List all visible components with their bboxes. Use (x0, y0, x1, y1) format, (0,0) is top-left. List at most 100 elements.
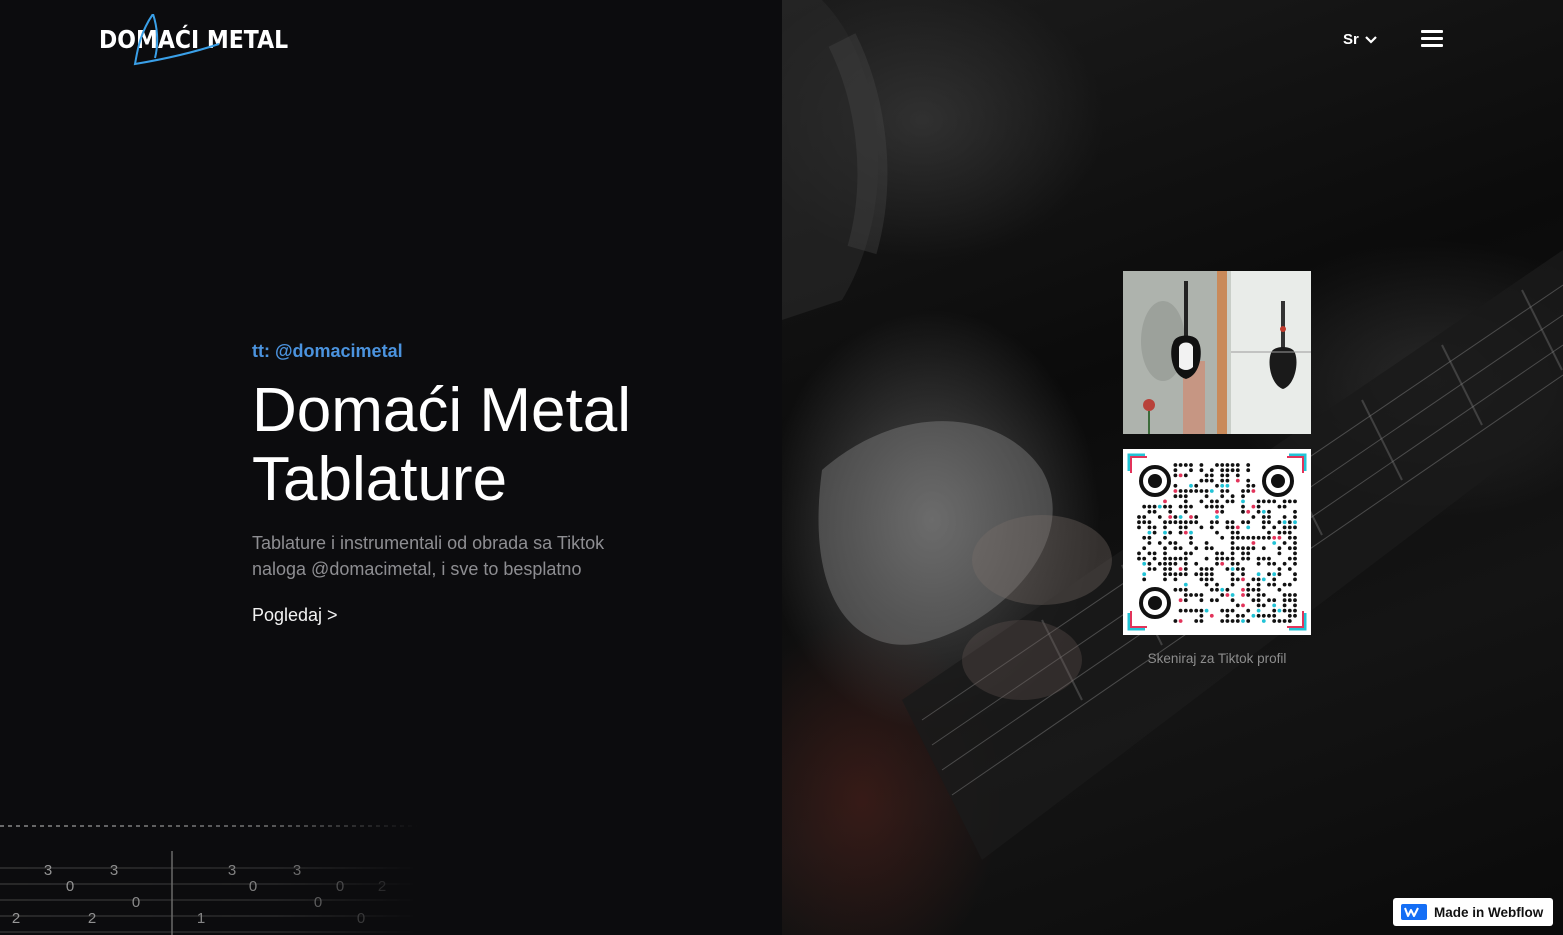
qr-dot (1199, 613, 1204, 618)
qr-dot (1261, 577, 1266, 582)
qr-dot (1163, 535, 1167, 540)
qr-dot (1277, 608, 1282, 613)
hamburger-menu-button[interactable] (1421, 30, 1443, 50)
title-line-1: Domaći Metal (252, 376, 631, 445)
qr-dot (1293, 603, 1297, 608)
qr-dot (1173, 572, 1178, 577)
qr-dot (1220, 535, 1225, 540)
qr-dot (1256, 499, 1261, 504)
qr-dot (1293, 541, 1297, 545)
qr-dot (1225, 483, 1230, 488)
qr-dot (1230, 593, 1235, 597)
qr-dot (1235, 525, 1240, 530)
qr-dot (1272, 603, 1277, 608)
qr-dot (1173, 587, 1178, 592)
qr-dot (1137, 556, 1141, 561)
qr-dot (1147, 561, 1152, 566)
qr-dot (1256, 593, 1261, 597)
qr-dot (1137, 525, 1141, 530)
qr-dot (1204, 494, 1209, 499)
qr-dot (1241, 535, 1245, 540)
qr-dot (1225, 619, 1230, 623)
qr-dot (1225, 567, 1230, 571)
qr-dot (1293, 577, 1297, 582)
qr-dot (1256, 582, 1261, 587)
qr-dot (1235, 535, 1240, 540)
logo-signature-icon (133, 14, 220, 66)
qr-dot (1173, 483, 1178, 488)
qr-dot (1267, 613, 1271, 618)
qr-dot (1178, 598, 1183, 603)
qr-dot (1272, 608, 1277, 613)
qr-dot (1267, 556, 1271, 561)
qr-dot (1204, 582, 1209, 587)
qr-dot (1287, 520, 1292, 525)
qr-dot (1204, 577, 1209, 582)
qr-dot (1209, 520, 1214, 525)
qr-dot (1189, 535, 1193, 540)
qr-dot (1209, 598, 1214, 603)
language-selector[interactable]: Sr (1343, 31, 1377, 48)
qr-dot (1293, 551, 1297, 556)
qr-dot (1209, 567, 1214, 571)
view-tabs-link[interactable]: Pogledaj > (252, 605, 338, 626)
qr-dot (1215, 520, 1219, 525)
qr-dot (1282, 515, 1287, 519)
qr-dot (1168, 530, 1173, 535)
made-in-webflow-badge[interactable]: Made in Webflow (1393, 898, 1553, 926)
qr-dot (1173, 463, 1178, 467)
qr-dot (1282, 504, 1287, 509)
qr-dot (1246, 582, 1251, 587)
qr-dot (1293, 572, 1297, 577)
qr-dot (1246, 546, 1251, 551)
guitar-tab-decoration: 3 3 3 3 0 0 0 2 0 0 2 2 1 0 (0, 825, 420, 935)
qr-dot (1230, 561, 1235, 566)
qr-dot (1293, 509, 1297, 514)
qr-dot (1256, 603, 1261, 608)
qr-dot (1293, 525, 1297, 530)
qr-dot (1287, 619, 1292, 623)
qr-dot (1256, 598, 1261, 603)
qr-dot (1261, 546, 1266, 551)
qr-dot (1152, 567, 1157, 571)
qr-dot (1215, 561, 1219, 566)
qr-dot (1142, 546, 1147, 551)
qr-dot (1142, 561, 1147, 566)
qr-dot (1230, 546, 1235, 551)
qr-dot (1204, 546, 1209, 551)
qr-dot (1251, 489, 1256, 493)
qr-dot (1220, 494, 1225, 499)
qr-dot (1189, 463, 1193, 467)
site-logo[interactable]: DOMAĆI METAL (99, 14, 288, 70)
qr-dot (1246, 556, 1251, 561)
qr-dot (1235, 577, 1240, 582)
qr-dot (1246, 468, 1251, 473)
qr-dot (1241, 546, 1245, 551)
qr-dot (1235, 463, 1240, 467)
qr-dot (1204, 478, 1209, 483)
qr-dot (1163, 546, 1167, 551)
qr-dot (1256, 556, 1261, 561)
qr-dot (1230, 525, 1235, 530)
qr-dot (1147, 520, 1152, 525)
qr-dot (1183, 509, 1188, 514)
tab-number: 3 (110, 862, 118, 879)
qr-dot (1251, 541, 1256, 545)
qr-dot (1147, 525, 1152, 530)
qr-dot (1241, 619, 1245, 623)
qr-dot (1267, 598, 1271, 603)
qr-dot (1152, 556, 1157, 561)
qr-dot (1220, 504, 1225, 509)
qr-dot (1241, 509, 1245, 514)
qr-dot (1272, 561, 1277, 566)
qr-dot (1251, 598, 1256, 603)
qr-dot (1209, 587, 1214, 592)
qr-dot (1209, 504, 1214, 509)
qr-dot (1235, 613, 1240, 618)
webflow-badge-label: Made in Webflow (1434, 904, 1544, 920)
qr-dot (1137, 515, 1141, 519)
qr-dot (1183, 587, 1188, 592)
tab-number: 0 (357, 910, 365, 927)
qr-dot (1282, 530, 1287, 535)
qr-dot (1246, 587, 1251, 592)
